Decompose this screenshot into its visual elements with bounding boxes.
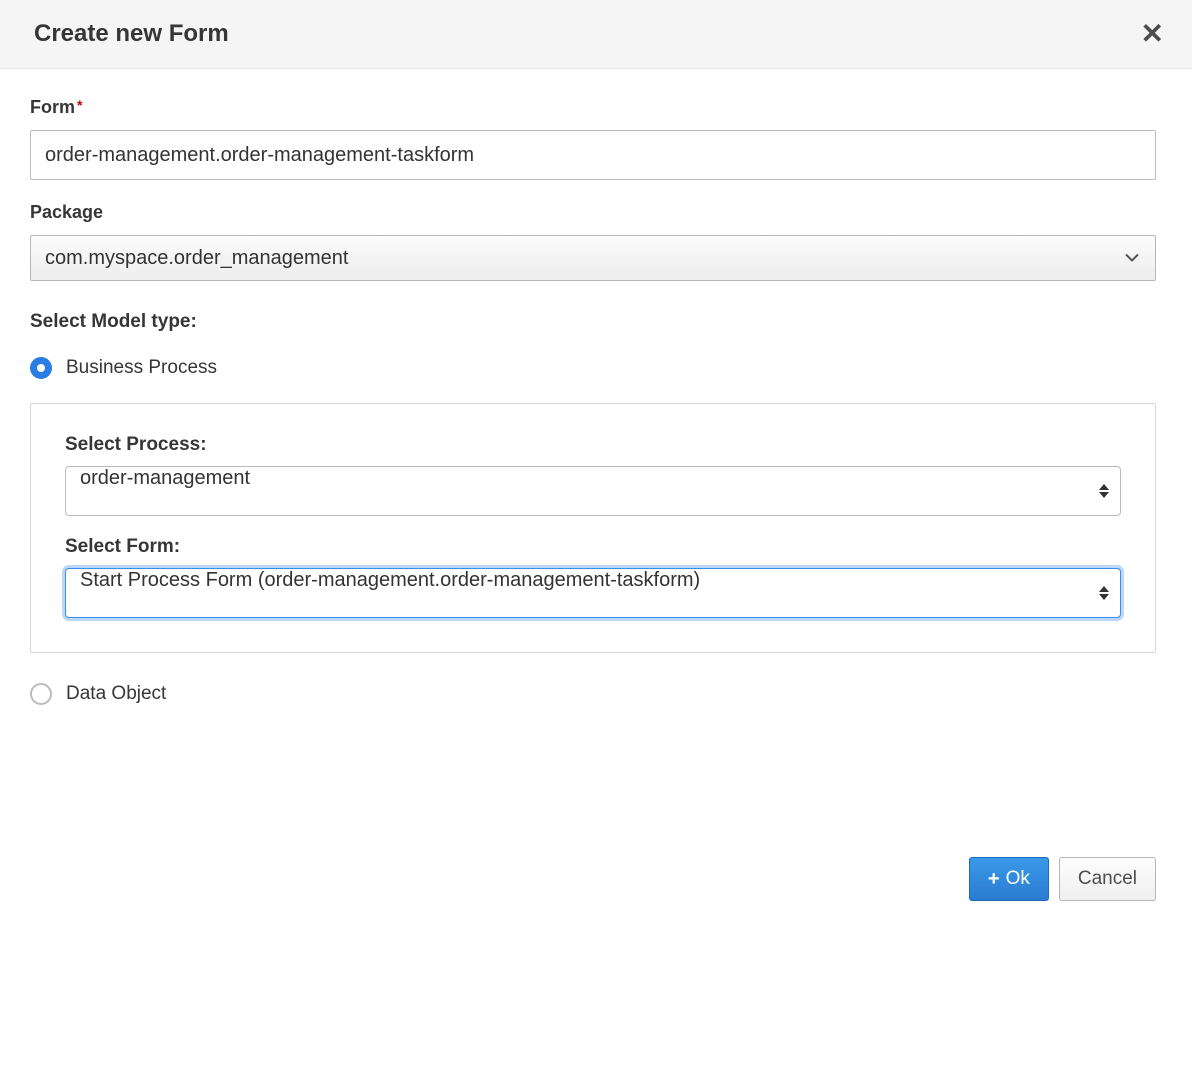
radio-data-object[interactable]	[30, 683, 52, 705]
create-form-modal: Create new Form ✕ Form* Package com.mysp…	[0, 0, 1192, 925]
select-form-value: Start Process Form (order-management.ord…	[80, 569, 700, 591]
select-form-wrap: Start Process Form (order-management.ord…	[65, 568, 1121, 618]
form-name-label: Form*	[30, 97, 1156, 118]
package-group: Package com.myspace.order_management	[30, 202, 1156, 281]
radio-business-process-label: Business Process	[66, 357, 217, 379]
chevron-down-icon	[1125, 254, 1139, 263]
package-select-value: com.myspace.order_management	[45, 247, 348, 270]
cancel-button-label: Cancel	[1078, 868, 1137, 890]
radio-business-process[interactable]	[30, 357, 52, 379]
select-process-value: order-management	[80, 467, 250, 489]
close-icon[interactable]: ✕	[1141, 20, 1164, 48]
select-process-wrap: order-management	[65, 466, 1121, 516]
form-name-input[interactable]	[30, 130, 1156, 180]
modal-body: Form* Package com.myspace.order_manageme…	[0, 69, 1192, 739]
radio-data-object-label: Data Object	[66, 683, 166, 705]
plus-icon: +	[988, 869, 1000, 889]
select-process[interactable]: order-management	[65, 466, 1121, 516]
select-form-group: Select Form: Start Process Form (order-m…	[65, 536, 1121, 618]
select-process-label: Select Process:	[65, 434, 1121, 456]
select-form[interactable]: Start Process Form (order-management.ord…	[65, 568, 1121, 618]
radio-data-object-row: Data Object	[30, 683, 1156, 705]
modal-header: Create new Form ✕	[0, 0, 1192, 69]
cancel-button[interactable]: Cancel	[1059, 857, 1156, 901]
package-select[interactable]: com.myspace.order_management	[30, 235, 1156, 281]
model-type-section-label: Select Model type:	[30, 311, 1156, 333]
business-process-panel: Select Process: order-management Select …	[30, 403, 1156, 653]
ok-button[interactable]: + Ok	[969, 857, 1049, 901]
form-name-group: Form*	[30, 97, 1156, 180]
select-process-group: Select Process: order-management	[65, 434, 1121, 516]
modal-footer: + Ok Cancel	[0, 849, 1192, 925]
radio-business-process-row: Business Process	[30, 357, 1156, 379]
select-form-label: Select Form:	[65, 536, 1121, 558]
package-label: Package	[30, 202, 1156, 223]
required-indicator-icon: *	[77, 97, 82, 113]
form-name-label-text: Form	[30, 97, 75, 117]
ok-button-label: Ok	[1006, 868, 1030, 890]
modal-title: Create new Form	[34, 20, 229, 48]
